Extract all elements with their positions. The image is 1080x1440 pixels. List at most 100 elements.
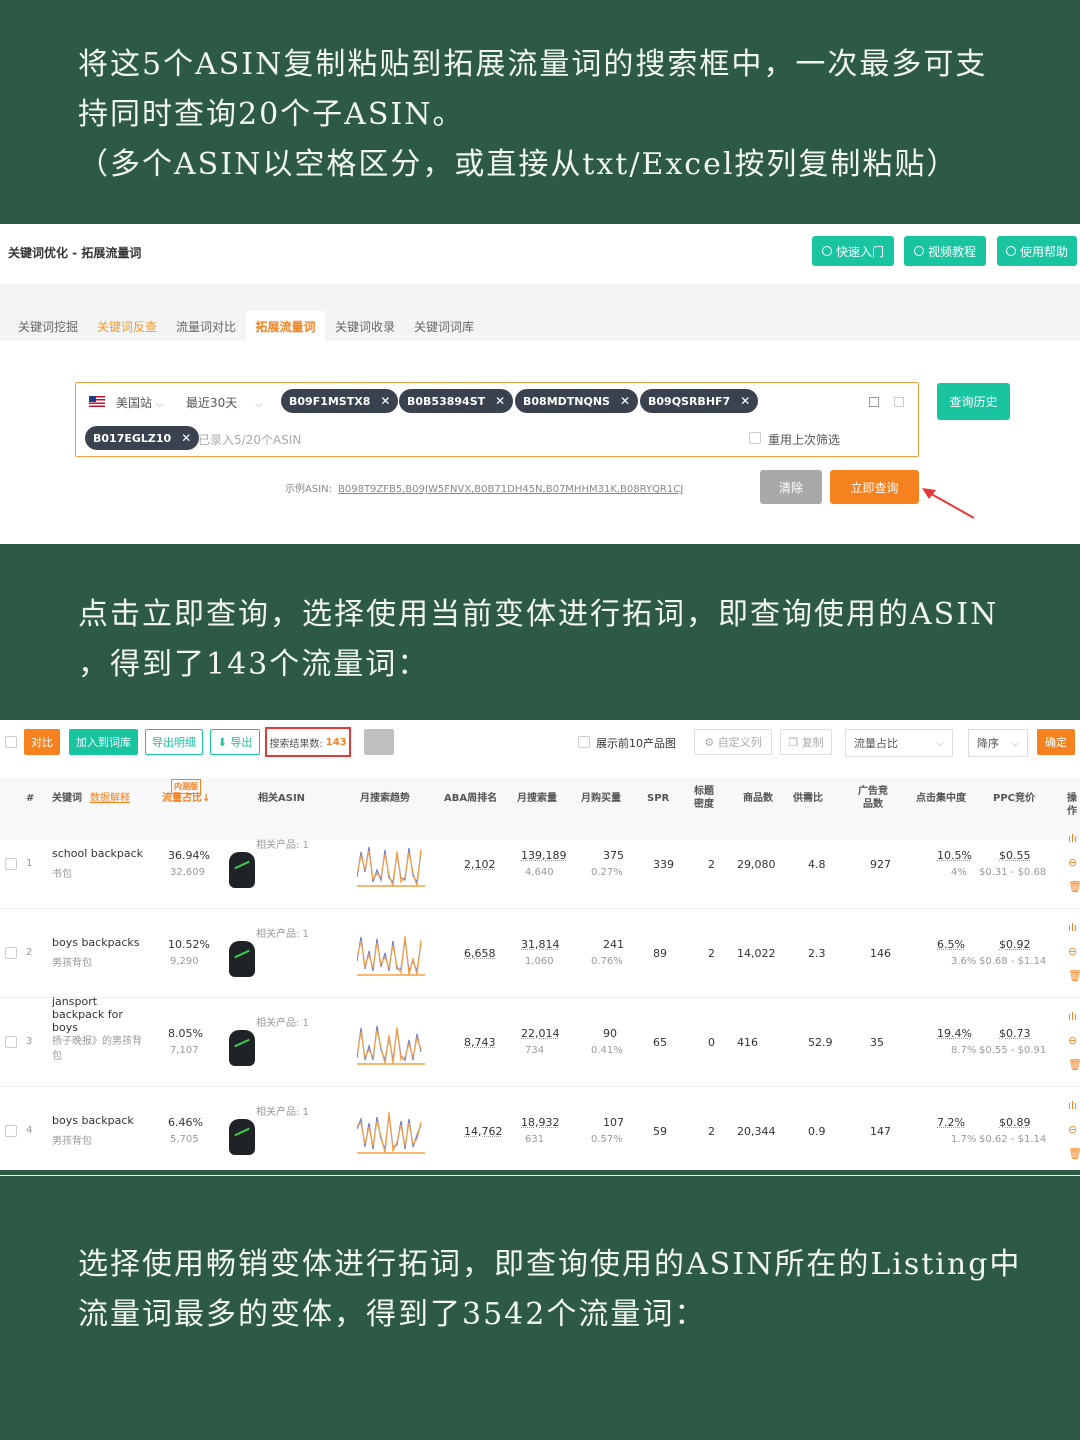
tab-keyword-index[interactable]: 关键词收录 (329, 311, 401, 341)
monthly-search[interactable]: 22,014 (521, 1027, 560, 1040)
row-checkbox[interactable] (5, 1125, 17, 1137)
tab-traffic-compare[interactable]: 流量词对比 (170, 311, 242, 341)
row-checkbox[interactable] (5, 858, 17, 870)
sort-order-select[interactable]: 降序 ⌵ (968, 729, 1028, 757)
show-top10-checkbox[interactable] (578, 736, 590, 748)
custom-columns-button[interactable]: ⚙ 自定义列 (694, 729, 772, 755)
click-concentration[interactable]: 7.2% (937, 1116, 965, 1129)
keyword-text[interactable]: school backpack (52, 847, 143, 860)
ad-products-count: 146 (870, 947, 891, 960)
close-icon[interactable]: ✕ (495, 394, 505, 408)
export-detail-button[interactable]: 导出明细 (145, 729, 203, 755)
backpack-product-image[interactable] (229, 1119, 255, 1155)
monthly-purchase: 90 (603, 1027, 617, 1040)
keyword-text[interactable]: jansport backpack for boys (52, 995, 152, 1034)
ppc-bid[interactable]: $0.55 (999, 849, 1031, 862)
monthly-trend-sparkline[interactable] (357, 931, 427, 977)
help-button[interactable]: 使用帮助 (997, 236, 1077, 266)
keyword-text[interactable]: boys backpacks (52, 936, 139, 949)
aba-rank[interactable]: 14,762 (464, 1125, 503, 1138)
add-to-library-button[interactable]: 加入到词库 (69, 729, 138, 755)
click-concentration[interactable]: 10.5% (937, 849, 972, 862)
header-traffic-share[interactable]: 流量占比↓ (162, 792, 210, 805)
header-ppc-bid[interactable]: PPC竞价 (993, 792, 1035, 805)
ppc-bid[interactable]: $0.73 (999, 1027, 1031, 1040)
tab-keyword-library[interactable]: 关键词词库 (408, 311, 480, 341)
aba-rank[interactable]: 8,743 (464, 1036, 496, 1049)
click-concentration[interactable]: 6.5% (937, 938, 965, 951)
example-asin-link[interactable]: B098T9ZFB5,B09JW5FNVX,B0B71DH45N,B07MHHM… (338, 484, 683, 495)
asin-search-box[interactable]: 美国站 ⌵ 最近30天 ⌵ B09F1MSTX8 ✕ B0B53894ST ✕ B0… (75, 382, 919, 457)
close-icon[interactable]: ✕ (181, 431, 191, 445)
ppc-bid[interactable]: $0.92 (999, 938, 1031, 951)
delete-icon[interactable]: 🗑 (1068, 1148, 1080, 1159)
asin-chip[interactable]: B09F1MSTX8 ✕ (281, 389, 399, 413)
monthly-trend-sparkline[interactable] (357, 1020, 427, 1066)
backpack-product-image[interactable] (229, 852, 255, 888)
monthly-trend-sparkline[interactable] (357, 1109, 427, 1155)
header-monthly-purchase[interactable]: 月购买量 (581, 792, 621, 805)
tab-expand-traffic[interactable]: 拓展流量词 (246, 311, 325, 341)
header-product-count[interactable]: 商品数 (743, 792, 773, 805)
row-checkbox[interactable] (5, 1036, 17, 1048)
header-monthly-search[interactable]: 月搜索量 (517, 792, 557, 805)
export-button[interactable]: ⬇ 导出 (210, 729, 260, 755)
tab-keyword-mining[interactable]: 关键词挖掘 (12, 311, 84, 341)
confirm-button[interactable]: 确定 (1037, 729, 1075, 755)
monthly-search[interactable]: 31,814 (521, 938, 560, 951)
monthly-search[interactable]: 18,932 (521, 1116, 560, 1129)
select-all-checkbox[interactable] (5, 736, 17, 748)
query-now-button[interactable]: 立即查询 (830, 470, 919, 504)
tab-keyword-reverse[interactable]: 关键词反查 (91, 311, 163, 341)
chart-icon[interactable]: ılı (1068, 1100, 1078, 1111)
quick-start-button[interactable]: 快速入门 (812, 236, 894, 266)
video-tutorial-button[interactable]: 视频教程 (904, 236, 986, 266)
asin-chip[interactable]: B0B53894ST ✕ (399, 389, 514, 413)
traffic-share: 36.94% (168, 849, 210, 862)
header-ad-products[interactable]: 广告竞品数 (857, 785, 889, 811)
more-icon[interactable]: ⊖ (1068, 857, 1078, 868)
aba-rank[interactable]: 2,102 (464, 858, 496, 871)
aba-rank[interactable]: 6,658 (464, 947, 496, 960)
more-icon[interactable]: ⊖ (1068, 1035, 1078, 1046)
chart-icon[interactable]: ılı (1068, 922, 1078, 933)
query-history-button[interactable]: 查询历史 (937, 383, 1010, 420)
asin-chip[interactable]: B017EGLZ10 ✕ (85, 426, 200, 450)
grid-view-icon[interactable] (869, 397, 879, 407)
copy-button[interactable]: ❐ 复制 (780, 729, 832, 755)
period-select[interactable]: 最近30天 ⌵ (186, 394, 263, 411)
list-view-icon[interactable] (894, 397, 904, 407)
sort-field-select[interactable]: 流量占比 ⌵ (845, 729, 953, 757)
more-icon[interactable]: ⊖ (1068, 946, 1078, 957)
backpack-product-image[interactable] (229, 941, 255, 977)
trash-icon[interactable] (364, 729, 394, 755)
header-spr[interactable]: SPR (647, 792, 669, 805)
more-icon[interactable]: ⊖ (1068, 1124, 1078, 1135)
delete-icon[interactable]: 🗑 (1068, 1059, 1080, 1070)
click-concentration[interactable]: 19.4% (937, 1027, 972, 1040)
header-title-density[interactable]: 标题密度 (693, 785, 715, 811)
header-aba-rank[interactable]: ABA周排名 (444, 792, 497, 805)
header-click-concentration[interactable]: 点击集中度 (916, 792, 966, 805)
close-icon[interactable]: ✕ (620, 394, 630, 408)
monthly-search[interactable]: 139,189 (521, 849, 567, 862)
asin-chip[interactable]: B09QSRBHF7 ✕ (640, 389, 759, 413)
data-explain-link[interactable]: 数据解释 (90, 792, 130, 805)
reuse-filter-checkbox[interactable] (749, 432, 761, 444)
ppc-bid[interactable]: $0.89 (999, 1116, 1031, 1129)
header-supply-demand[interactable]: 供需比 (793, 792, 823, 805)
monthly-trend-sparkline[interactable] (357, 842, 427, 888)
asin-chip[interactable]: B08MDTNQNS ✕ (515, 389, 639, 413)
chart-icon[interactable]: ılı (1068, 833, 1078, 844)
marketplace-select[interactable]: 美国站 ⌵ (116, 394, 163, 411)
row-checkbox[interactable] (5, 947, 17, 959)
compare-button[interactable]: 对比 (24, 729, 60, 755)
backpack-product-image[interactable] (229, 1030, 255, 1066)
close-icon[interactable]: ✕ (380, 394, 390, 408)
clear-button[interactable]: 清除 (760, 470, 822, 504)
chart-icon[interactable]: ılı (1068, 1011, 1078, 1022)
close-icon[interactable]: ✕ (740, 394, 750, 408)
delete-icon[interactable]: 🗑 (1068, 881, 1080, 892)
delete-icon[interactable]: 🗑 (1068, 970, 1080, 981)
keyword-text[interactable]: boys backpack (52, 1114, 134, 1127)
